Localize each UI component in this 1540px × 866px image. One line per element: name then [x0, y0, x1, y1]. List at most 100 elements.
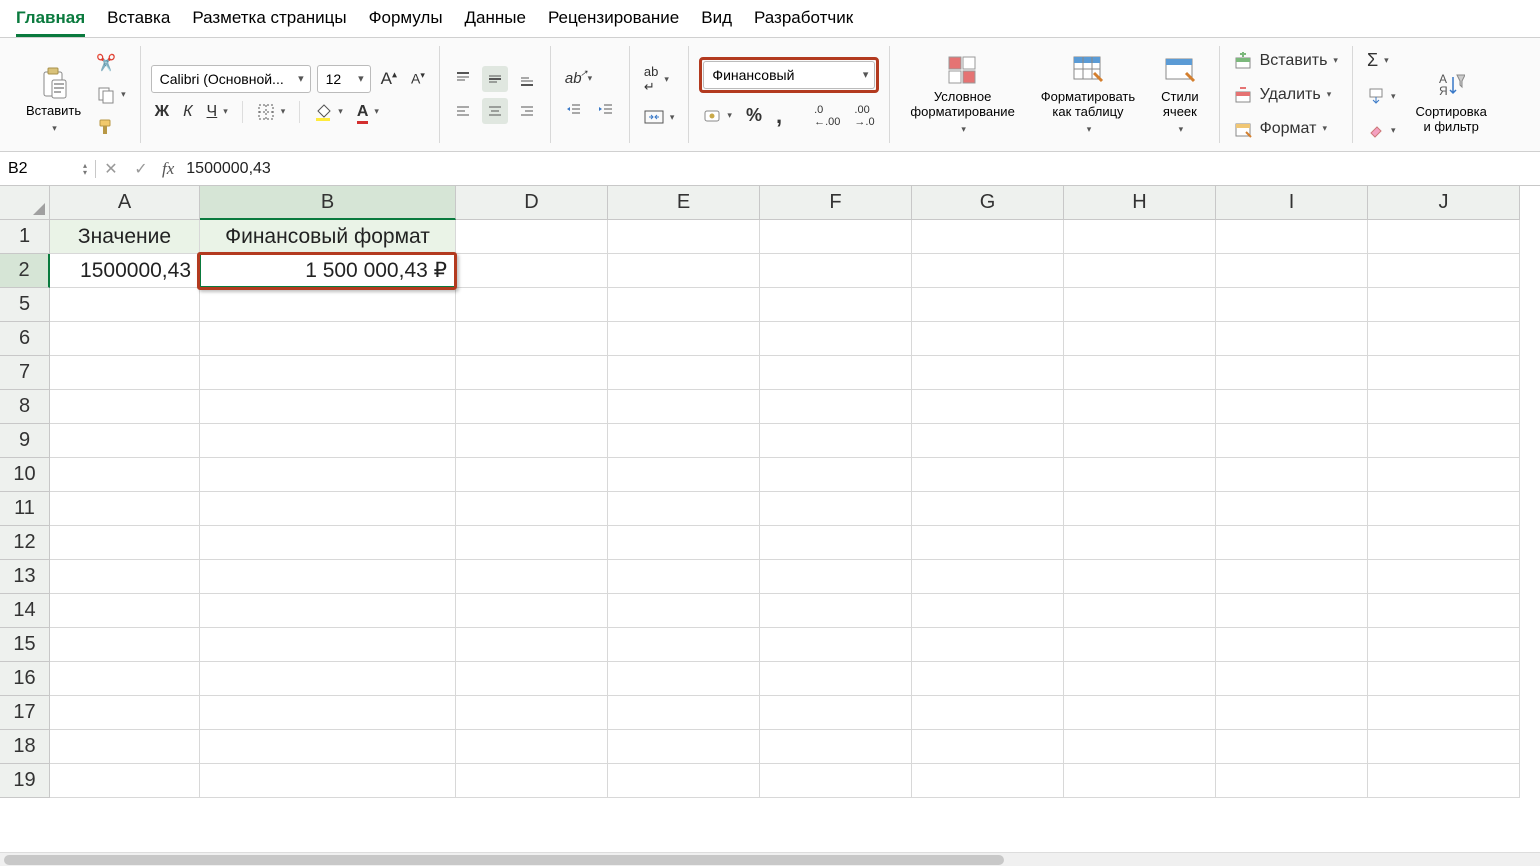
- sort-filter-button[interactable]: АЯ Сортировка и фильтр: [1409, 51, 1492, 139]
- column-header-G[interactable]: G: [912, 186, 1064, 220]
- cell-A13[interactable]: [50, 560, 200, 594]
- orientation-button[interactable]: ab↗▾: [561, 66, 596, 91]
- tab-данные[interactable]: Данные: [465, 8, 526, 37]
- cell-F15[interactable]: [760, 628, 912, 662]
- delete-cells-button[interactable]: Удалить▾: [1230, 82, 1342, 108]
- horizontal-scrollbar[interactable]: [0, 852, 1540, 866]
- cell-J16[interactable]: [1368, 662, 1520, 696]
- cell-I17[interactable]: [1216, 696, 1368, 730]
- cell-B1[interactable]: Финансовый формат: [200, 220, 456, 254]
- cell-G14[interactable]: [912, 594, 1064, 628]
- cell-D16[interactable]: [456, 662, 608, 696]
- cell-F13[interactable]: [760, 560, 912, 594]
- cell-D1[interactable]: [456, 220, 608, 254]
- cell-B13[interactable]: [200, 560, 456, 594]
- scrollbar-thumb[interactable]: [4, 855, 1004, 865]
- cell-J7[interactable]: [1368, 356, 1520, 390]
- row-header-13[interactable]: 13: [0, 560, 50, 594]
- cell-D18[interactable]: [456, 730, 608, 764]
- copy-button[interactable]: ▾: [93, 82, 130, 108]
- cell-A2[interactable]: 1500000,43: [50, 254, 200, 288]
- cell-J15[interactable]: [1368, 628, 1520, 662]
- name-box[interactable]: B2 ▴▾: [0, 160, 96, 178]
- paste-button[interactable]: Вставить ▾: [20, 50, 87, 138]
- cell-B2[interactable]: 1 500 000,43 ₽: [200, 254, 456, 288]
- format-painter-button[interactable]: [93, 114, 130, 140]
- cell-E14[interactable]: [608, 594, 760, 628]
- row-header-19[interactable]: 19: [0, 764, 50, 798]
- cell-E17[interactable]: [608, 696, 760, 730]
- cell-F10[interactable]: [760, 458, 912, 492]
- cell-H6[interactable]: [1064, 322, 1216, 356]
- cell-E13[interactable]: [608, 560, 760, 594]
- cell-H8[interactable]: [1064, 390, 1216, 424]
- column-header-H[interactable]: H: [1064, 186, 1216, 220]
- decrease-indent-button[interactable]: [561, 97, 587, 123]
- cell-D9[interactable]: [456, 424, 608, 458]
- row-header-15[interactable]: 15: [0, 628, 50, 662]
- decrease-decimal-button[interactable]: .00→.0: [850, 100, 878, 132]
- italic-button[interactable]: К: [179, 99, 196, 125]
- increase-decimal-button[interactable]: .0←.00: [810, 100, 844, 132]
- cell-H17[interactable]: [1064, 696, 1216, 730]
- cell-H19[interactable]: [1064, 764, 1216, 798]
- cell-H14[interactable]: [1064, 594, 1216, 628]
- cell-E2[interactable]: [608, 254, 760, 288]
- decrease-font-button[interactable]: A▾: [407, 66, 429, 91]
- cell-B17[interactable]: [200, 696, 456, 730]
- cell-B10[interactable]: [200, 458, 456, 492]
- format-table-button[interactable]: Форматировать как таблицу▾: [1035, 51, 1141, 139]
- align-top-button[interactable]: [450, 66, 476, 92]
- cell-D10[interactable]: [456, 458, 608, 492]
- cell-E18[interactable]: [608, 730, 760, 764]
- cell-I11[interactable]: [1216, 492, 1368, 526]
- cell-H9[interactable]: [1064, 424, 1216, 458]
- cell-D2[interactable]: [456, 254, 608, 288]
- cell-J19[interactable]: [1368, 764, 1520, 798]
- cell-H12[interactable]: [1064, 526, 1216, 560]
- underline-button[interactable]: Ч▾: [203, 99, 232, 125]
- cut-button[interactable]: ✂️: [93, 50, 130, 76]
- cell-H7[interactable]: [1064, 356, 1216, 390]
- namebox-spinner-icon[interactable]: ▴▾: [83, 162, 87, 176]
- cell-J14[interactable]: [1368, 594, 1520, 628]
- cell-G18[interactable]: [912, 730, 1064, 764]
- cell-G2[interactable]: [912, 254, 1064, 288]
- cell-F19[interactable]: [760, 764, 912, 798]
- tab-формулы[interactable]: Формулы: [369, 8, 443, 37]
- cell-F11[interactable]: [760, 492, 912, 526]
- cell-B8[interactable]: [200, 390, 456, 424]
- tab-вставка[interactable]: Вставка: [107, 8, 170, 37]
- row-header-18[interactable]: 18: [0, 730, 50, 764]
- column-header-B[interactable]: B: [200, 186, 456, 220]
- formula-input[interactable]: 1500000,43: [180, 160, 1540, 178]
- cell-E19[interactable]: [608, 764, 760, 798]
- cell-F7[interactable]: [760, 356, 912, 390]
- cell-I10[interactable]: [1216, 458, 1368, 492]
- merge-button[interactable]: ▾: [640, 105, 679, 129]
- cell-B18[interactable]: [200, 730, 456, 764]
- cell-H16[interactable]: [1064, 662, 1216, 696]
- cell-I9[interactable]: [1216, 424, 1368, 458]
- increase-font-button[interactable]: A▴: [377, 65, 401, 93]
- row-header-6[interactable]: 6: [0, 322, 50, 356]
- cell-E11[interactable]: [608, 492, 760, 526]
- align-right-button[interactable]: [514, 98, 540, 124]
- cell-A9[interactable]: [50, 424, 200, 458]
- cell-I5[interactable]: [1216, 288, 1368, 322]
- cell-H15[interactable]: [1064, 628, 1216, 662]
- cell-F9[interactable]: [760, 424, 912, 458]
- cell-G5[interactable]: [912, 288, 1064, 322]
- cell-A1[interactable]: Значение: [50, 220, 200, 254]
- cell-F6[interactable]: [760, 322, 912, 356]
- column-header-D[interactable]: D: [456, 186, 608, 220]
- format-cells-button[interactable]: Формат▾: [1230, 116, 1342, 142]
- cell-J10[interactable]: [1368, 458, 1520, 492]
- align-left-button[interactable]: [450, 98, 476, 124]
- tab-разметка страницы[interactable]: Разметка страницы: [192, 8, 346, 37]
- cell-J6[interactable]: [1368, 322, 1520, 356]
- cell-B6[interactable]: [200, 322, 456, 356]
- cell-G12[interactable]: [912, 526, 1064, 560]
- cell-J12[interactable]: [1368, 526, 1520, 560]
- cell-G10[interactable]: [912, 458, 1064, 492]
